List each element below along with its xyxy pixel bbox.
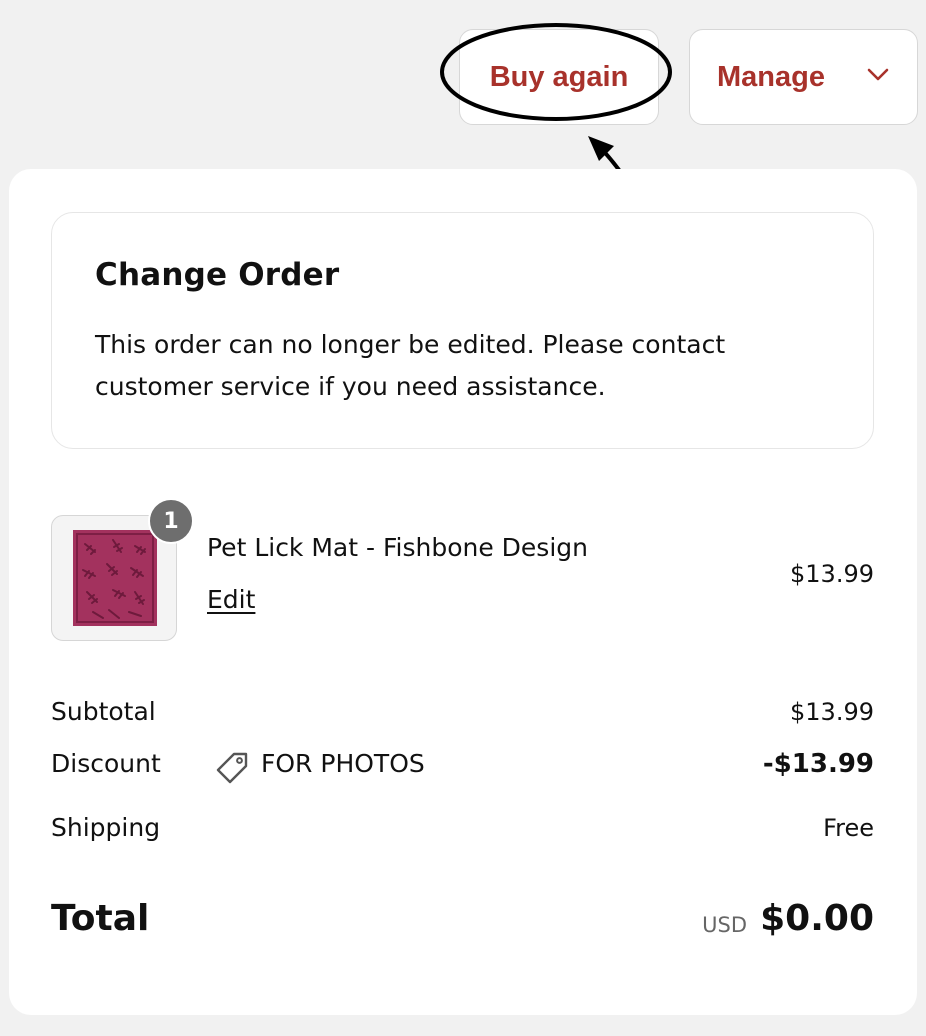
edit-item-link[interactable]: Edit bbox=[207, 585, 255, 614]
chevron-down-icon bbox=[867, 68, 889, 81]
item-name: Pet Lick Mat - Fishbone Design bbox=[207, 533, 588, 562]
discount-code: FOR PHOTOS bbox=[261, 749, 425, 778]
item-price: $13.99 bbox=[790, 560, 874, 588]
buy-again-label: Buy again bbox=[489, 60, 629, 93]
manage-button[interactable]: Manage bbox=[689, 29, 918, 125]
buy-again-button[interactable]: Buy again bbox=[459, 29, 659, 125]
manage-label: Manage bbox=[717, 60, 825, 93]
tag-icon bbox=[216, 752, 248, 784]
discount-label: Discount bbox=[51, 749, 161, 778]
discount-value: -$13.99 bbox=[762, 749, 874, 779]
subtotal-label: Subtotal bbox=[51, 697, 156, 726]
total-value: $0.00 bbox=[760, 898, 874, 939]
quantity-badge: 1 bbox=[148, 498, 194, 544]
total-label: Total bbox=[51, 898, 150, 939]
currency-code: USD bbox=[702, 913, 747, 937]
shipping-value: Free bbox=[823, 814, 874, 842]
order-card: Change Order This order can no longer be… bbox=[9, 169, 917, 1015]
notice-title: Change Order bbox=[95, 257, 340, 293]
change-order-notice: Change Order This order can no longer be… bbox=[51, 212, 874, 449]
product-image bbox=[73, 530, 157, 626]
notice-body: This order can no longer be edited. Plea… bbox=[95, 330, 726, 401]
subtotal-value: $13.99 bbox=[790, 698, 874, 726]
arrow-head bbox=[588, 136, 614, 161]
shipping-label: Shipping bbox=[51, 813, 161, 842]
